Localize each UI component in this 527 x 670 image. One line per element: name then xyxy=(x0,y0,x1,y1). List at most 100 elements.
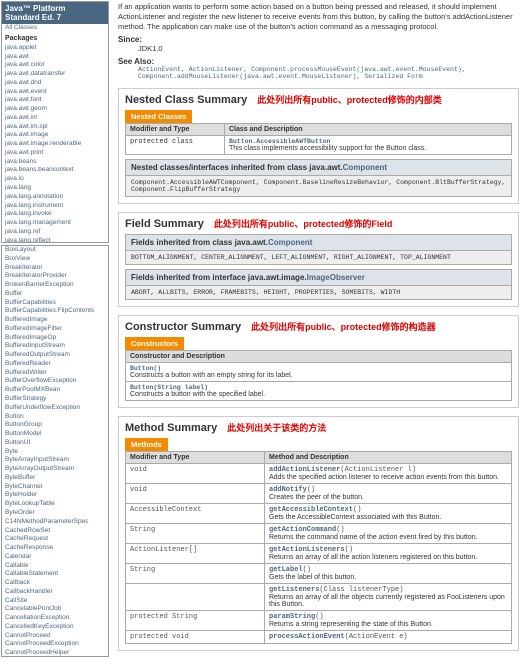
class-link[interactable]: BufferedImage xyxy=(2,316,108,325)
class-link[interactable]: BoxView xyxy=(2,255,108,264)
method-type: AccessibleContext xyxy=(126,504,265,524)
pkg-link[interactable]: java.awt.print xyxy=(2,149,108,158)
class-link[interactable]: BreakIteratorProvider xyxy=(2,272,108,281)
class-link[interactable]: BufferedInputStream xyxy=(2,342,108,351)
class-link[interactable]: Callable xyxy=(2,562,108,571)
pkg-link[interactable]: java.awt.im.spi xyxy=(2,123,108,132)
class-link[interactable]: CacheResponse xyxy=(2,544,108,553)
class-link[interactable]: ButtonGroup xyxy=(2,421,108,430)
class-link[interactable]: BufferedImageFilter xyxy=(2,325,108,334)
class-link[interactable]: BufferCapabilities.FlipContents xyxy=(2,307,108,316)
class-link[interactable]: ButtonUI xyxy=(2,439,108,448)
pkg-link[interactable]: java.lang.instrument xyxy=(2,202,108,211)
pkg-link[interactable]: java.lang.invoke xyxy=(2,210,108,219)
class-link[interactable]: ByteOrder xyxy=(2,509,108,518)
pkg-link[interactable]: java.lang.annotation xyxy=(2,193,108,202)
class-link[interactable]: CancelablePrintJob xyxy=(2,605,108,614)
ctor-sig[interactable]: Button(String label) xyxy=(130,384,208,391)
pkg-link[interactable]: java.awt.color xyxy=(2,61,108,70)
method-link[interactable]: addActionListener xyxy=(269,466,340,474)
ncs-inh-list[interactable]: Component.AccessibleAWTComponent, Compon… xyxy=(125,176,512,197)
pkg-link[interactable]: java.lang.ref xyxy=(2,228,108,237)
class-link[interactable]: CallbackHandler xyxy=(2,588,108,597)
pkg-link[interactable]: java.beans.beancontext xyxy=(2,166,108,175)
class-link[interactable]: Callback xyxy=(2,579,108,588)
class-link[interactable]: CancellationException xyxy=(2,614,108,623)
fs-inh2-a[interactable]: ImageObserver xyxy=(307,273,365,282)
class-link[interactable]: ByteChannel xyxy=(2,483,108,492)
ms-tab: Methods xyxy=(125,438,168,451)
pkg-link[interactable]: java.io xyxy=(2,175,108,184)
class-link[interactable]: BrokenBarrierException xyxy=(2,281,108,290)
pkg-link[interactable]: java.awt.im xyxy=(2,114,108,123)
fs-inh1-a[interactable]: Component xyxy=(268,238,312,247)
pkg-link[interactable]: java.awt xyxy=(2,53,108,62)
class-link[interactable]: CannotProceed xyxy=(2,632,108,641)
method-link[interactable]: processActionEvent xyxy=(269,633,345,641)
fs-list2[interactable]: ABORT, ALLBITS, ERROR, FRAMEBITS, HEIGHT… xyxy=(125,286,512,300)
class-link[interactable]: BufferStrategy xyxy=(2,395,108,404)
class-link[interactable]: BufferedImageOp xyxy=(2,334,108,343)
pkg-link[interactable]: java.beans xyxy=(2,158,108,167)
ms-th1: Modifier and Type xyxy=(126,452,265,464)
class-link[interactable]: BufferOverflowException xyxy=(2,377,108,386)
class-link[interactable]: Byte xyxy=(2,448,108,457)
pkg-link[interactable]: java.awt.font xyxy=(2,96,108,105)
method-link[interactable]: getListeners xyxy=(269,586,319,594)
method-link[interactable]: getAccessibleContext xyxy=(269,506,353,514)
class-link[interactable]: BufferPoolMXBean xyxy=(2,386,108,395)
method-link[interactable]: getActionCommand xyxy=(269,526,336,534)
ctor-sig[interactable]: Button() xyxy=(130,365,161,372)
class-link[interactable]: BufferedReader xyxy=(2,360,108,369)
all-classes-link[interactable]: All Classes xyxy=(2,24,108,33)
class-link[interactable]: ByteArrayInputStream xyxy=(2,456,108,465)
method-link[interactable]: paramString xyxy=(269,613,315,621)
class-link[interactable]: ByteArrayOutputStream xyxy=(2,465,108,474)
class-link[interactable]: BufferedOutputStream xyxy=(2,351,108,360)
platform-sub: Standard Ed. 7 xyxy=(5,13,61,22)
method-link[interactable]: getLabel xyxy=(269,566,303,574)
pkg-link[interactable]: java.lang.management xyxy=(2,219,108,228)
ncs-h: Nested Class Summary xyxy=(125,94,247,106)
method-link[interactable]: getActionListeners xyxy=(269,546,345,554)
class-link[interactable]: Button xyxy=(2,413,108,422)
ncs-th2: Class and Description xyxy=(225,124,512,136)
class-link[interactable]: CacheRequest xyxy=(2,535,108,544)
class-link[interactable]: CannotProceedException xyxy=(2,640,108,649)
class-link[interactable]: BoxLayout xyxy=(2,246,108,255)
method-type: String xyxy=(126,564,265,584)
class-link[interactable]: BufferUnderflowException xyxy=(2,404,108,413)
class-link[interactable]: Buffer xyxy=(2,290,108,299)
pkg-link[interactable]: java.awt.dnd xyxy=(2,79,108,88)
see-links[interactable]: ActionEvent, ActionListener, Component.p… xyxy=(118,66,519,80)
method-link[interactable]: addNotify xyxy=(269,486,307,494)
pkg-link[interactable]: java.lang.reflect xyxy=(2,237,108,243)
pkg-link[interactable]: java.awt.image xyxy=(2,131,108,140)
class-link[interactable]: BreakIterator xyxy=(2,264,108,273)
class-link[interactable]: CachedRowSet xyxy=(2,527,108,536)
pkg-link[interactable]: java.awt.event xyxy=(2,88,108,97)
ncs-inh-a[interactable]: Component xyxy=(343,163,387,172)
class-link[interactable]: ByteHolder xyxy=(2,491,108,500)
class-link[interactable]: CallSite xyxy=(2,597,108,606)
fs-list1[interactable]: BOTTOM_ALIGNMENT, CENTER_ALIGNMENT, LEFT… xyxy=(125,251,512,265)
class-link[interactable]: CallableStatement xyxy=(2,570,108,579)
ncs-th1: Modifier and Type xyxy=(126,124,225,136)
ctor-d: Constructs a button with the specified l… xyxy=(130,391,265,398)
class-link[interactable]: BufferedWriter xyxy=(2,369,108,378)
class-link[interactable]: ByteLookupTable xyxy=(2,500,108,509)
pkg-link[interactable]: java.awt.geom xyxy=(2,105,108,114)
since-val: JDK1.0 xyxy=(118,44,519,53)
pkg-link[interactable]: java.awt.image.renderable xyxy=(2,140,108,149)
class-link[interactable]: Calendar xyxy=(2,553,108,562)
class-link[interactable]: CancelledKeyException xyxy=(2,623,108,632)
pkg-link[interactable]: java.lang xyxy=(2,184,108,193)
class-link[interactable]: ByteBuffer xyxy=(2,474,108,483)
ncs-r1-link[interactable]: Button.AccessibleAWTButton xyxy=(229,138,330,145)
pkg-link[interactable]: java.awt.datatransfer xyxy=(2,70,108,79)
class-link[interactable]: CannotProceedHelper xyxy=(2,649,108,657)
class-link[interactable]: BufferCapabilities xyxy=(2,299,108,308)
pkg-link[interactable]: java.applet xyxy=(2,44,108,53)
class-link[interactable]: C14NMethodParameterSpec xyxy=(2,518,108,527)
class-link[interactable]: ButtonModel xyxy=(2,430,108,439)
